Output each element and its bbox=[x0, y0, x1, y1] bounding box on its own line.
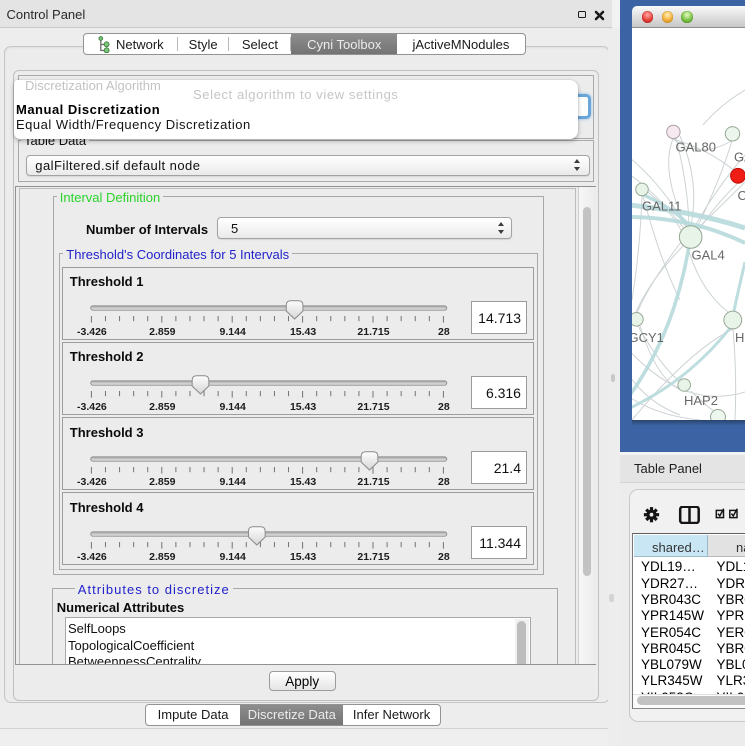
svg-text:GAL4: GAL4 bbox=[692, 248, 725, 263]
svg-text:GA: GA bbox=[734, 150, 745, 165]
svg-text:GAL11: GAL11 bbox=[642, 199, 682, 214]
svg-text:GAL80: GAL80 bbox=[676, 140, 716, 155]
svg-text:C: C bbox=[738, 188, 745, 203]
svg-text:H: H bbox=[735, 330, 744, 345]
svg-text:GCY1: GCY1 bbox=[632, 330, 664, 345]
svg-text:HAP2: HAP2 bbox=[684, 393, 718, 408]
